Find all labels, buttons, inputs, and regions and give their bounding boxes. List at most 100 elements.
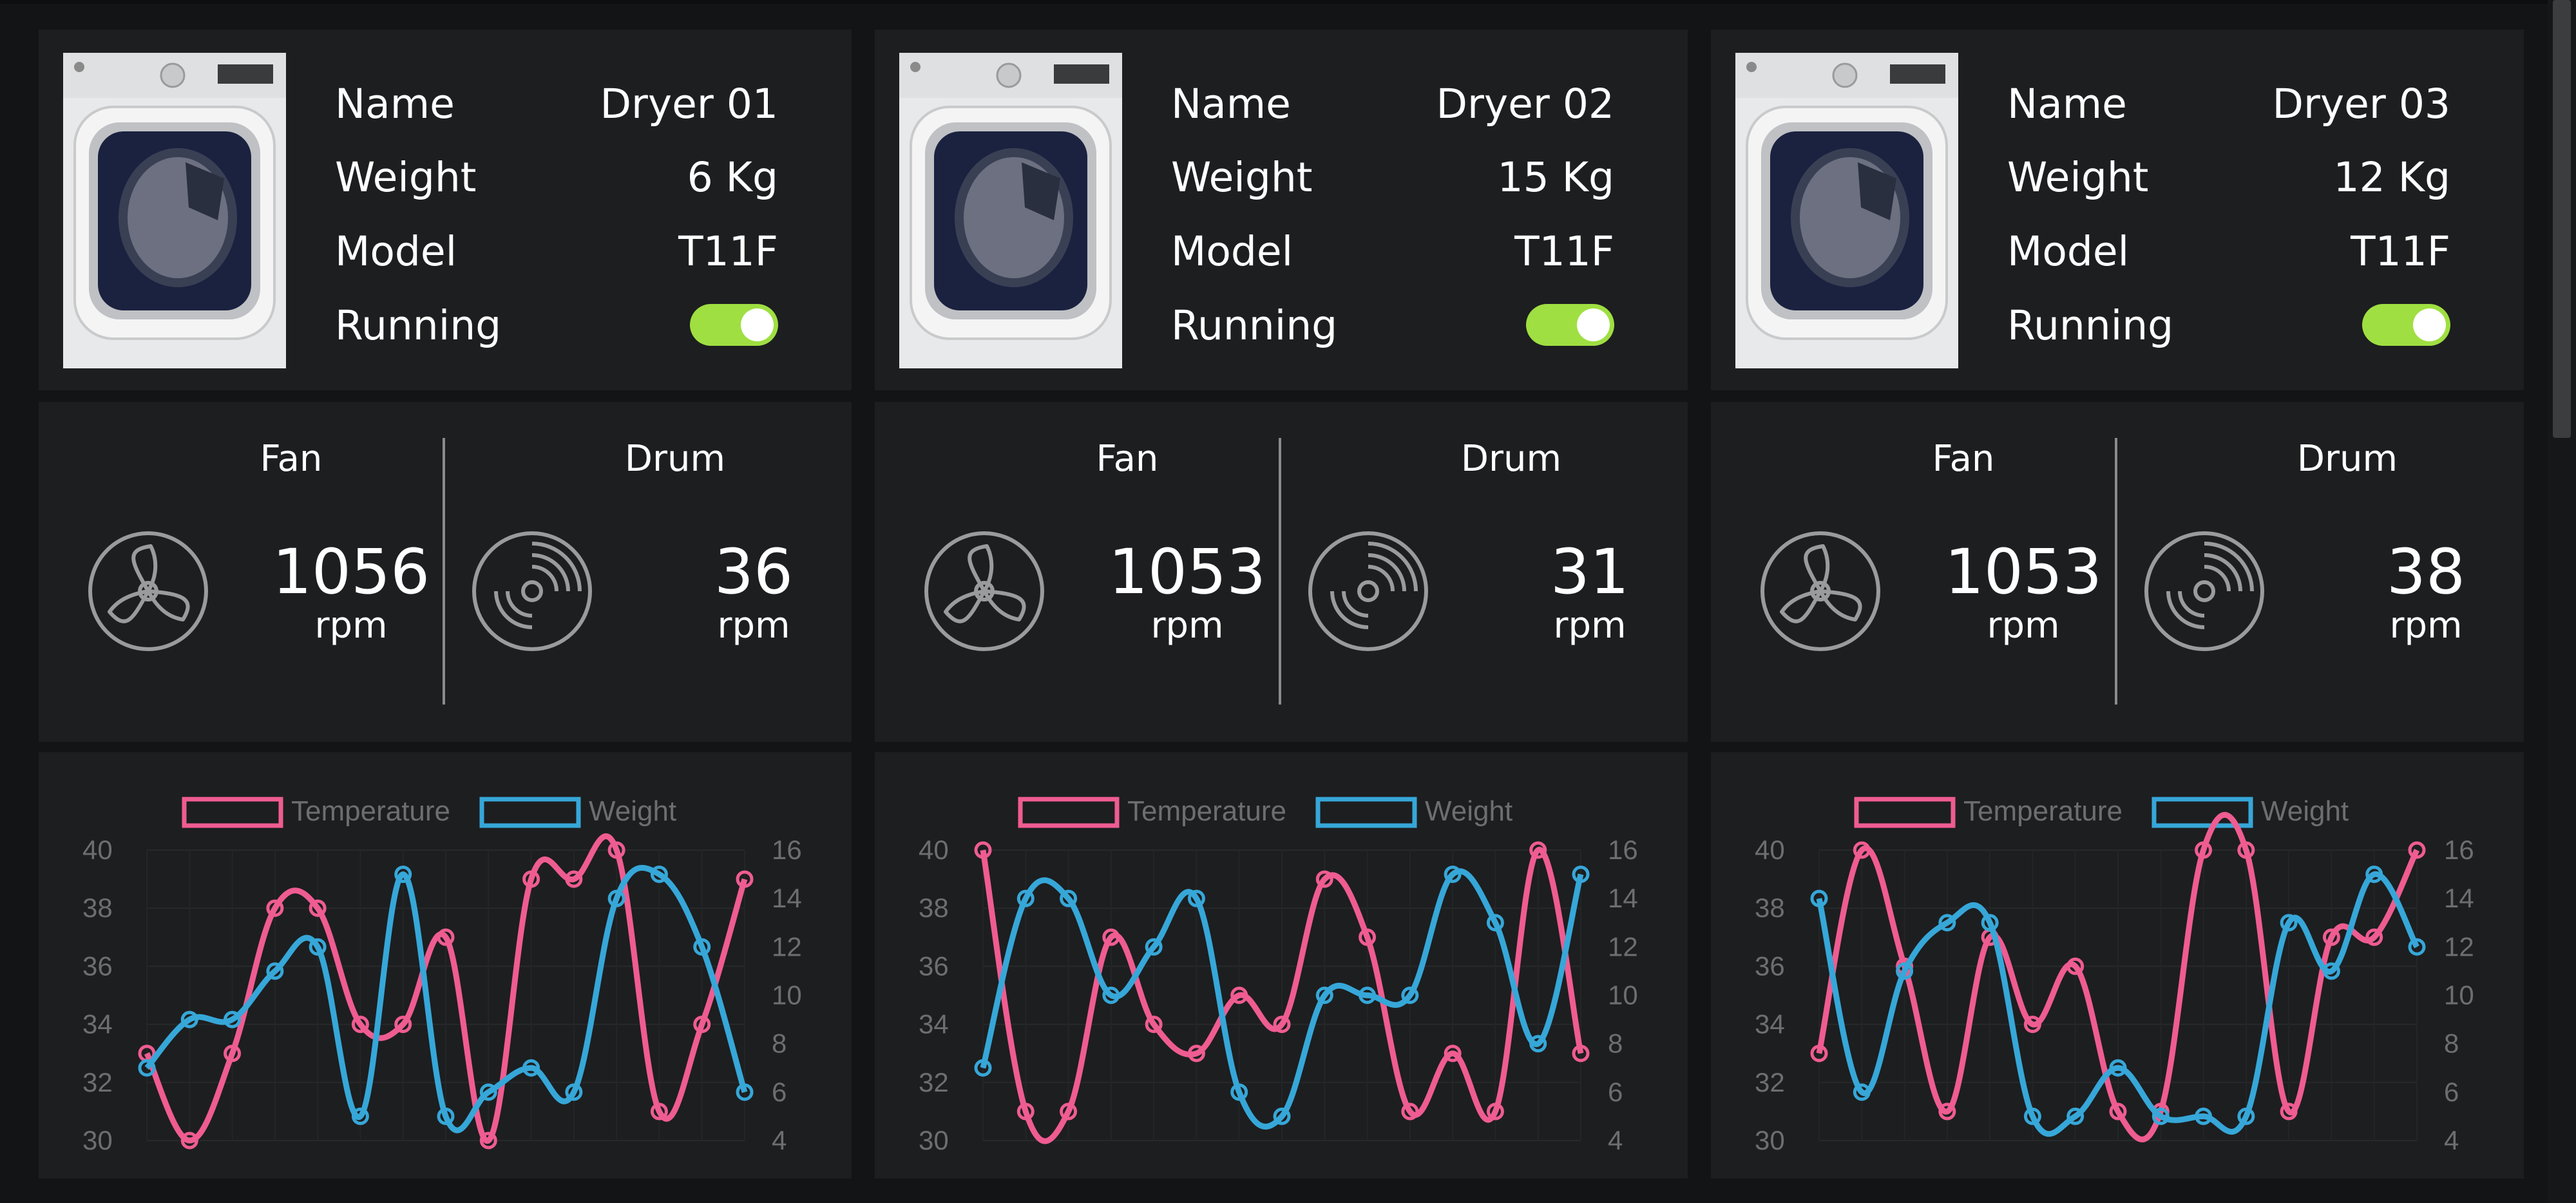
line-chart: Temperature Weight 30 32 34 36 38 40 4 6 8 10 12 14 16 [82,795,802,1155]
name-label: Name [335,81,455,128]
y-left-tick: 38 [82,893,113,923]
drum-title: Drum [2296,438,2398,480]
drum-rpm-unit: rpm [2389,605,2463,647]
chart-card: Temperature Weight 30 32 34 36 38 40 4 6 8 10 12 14 16 [39,752,852,1179]
y-left-tick: 34 [82,1009,113,1039]
chart-card: Temperature Weight 30 32 34 36 38 40 4 6 8 10 12 14 16 [875,752,1688,1179]
legend-label-weight: Weight [589,795,676,827]
drum-rpm-value: 36 [714,536,794,608]
y-left-tick: 34 [919,1009,949,1039]
model-label: Model [2007,228,2130,275]
toggle-knob [741,308,774,341]
model-value: T11F [1514,228,1614,275]
fan-rpm-value: 1056 [272,536,430,608]
fan-rpm-unit: rpm [314,605,388,647]
y-left-tick: 30 [919,1125,949,1155]
speed-card: Fan Drum 1053 rpm [1711,402,2524,742]
dryer-info-card: Name Dryer 03 Weight 12 Kg Model T11F Ru… [1711,30,2524,390]
legend-label-temperature: Temperature [291,795,450,827]
y-right-tick: 4 [772,1125,787,1155]
y-right-tick: 10 [2444,980,2474,1010]
dryer-photo [899,53,1122,368]
y-right-tick: 4 [2444,1125,2459,1155]
y-right-tick: 6 [2444,1077,2459,1107]
speed-divider [443,438,445,705]
name-label: Name [2007,81,2127,128]
y-right-tick: 8 [1608,1028,1623,1059]
legend-label-temperature: Temperature [1963,795,2123,827]
y-right-tick: 12 [1608,931,1638,961]
fan-rpm-unit: rpm [1987,605,2060,647]
legend-label-weight: Weight [2261,795,2349,827]
running-toggle[interactable] [2362,304,2450,346]
chart-legend: Temperature Weight [1018,795,1512,828]
scrollbar-thumb[interactable] [2553,0,2571,438]
drum-icon [1306,529,1430,656]
dryer-info-card: Name Dryer 01 Weight 6 Kg Model T11F Run… [39,30,852,390]
y-left-tick: 40 [919,835,949,865]
drum-rpm-unit: rpm [1553,605,1627,647]
y-left-tick: 30 [1755,1125,1785,1155]
name-value: Dryer 02 [1436,81,1614,128]
y-right-tick: 12 [2444,931,2474,961]
legend-label-temperature: Temperature [1127,795,1286,827]
drum-rpm-unit: rpm [717,605,790,647]
fan-rpm-value: 1053 [1108,536,1266,608]
model-label: Model [335,228,457,275]
running-toggle[interactable] [690,304,778,346]
y-left-tick: 32 [919,1067,949,1097]
y-left-tick: 34 [1755,1009,1785,1039]
y-right-tick: 6 [1608,1077,1623,1107]
y-left-tick: 40 [82,835,113,865]
speed-card: Fan Drum 1053 rpm [875,402,1688,742]
model-value: T11F [2351,228,2450,275]
y-left-tick: 38 [1755,893,1785,923]
legend-swatch-temperature[interactable] [1018,797,1120,828]
fan-icon [86,529,210,656]
toggle-knob [2413,308,2446,341]
y-right-tick: 14 [772,883,802,913]
drum-icon [2142,529,2266,656]
y-right-tick: 8 [772,1028,787,1059]
y-left-tick: 36 [82,951,113,981]
y-left-tick: 36 [919,951,949,981]
y-left-tick: 32 [1755,1067,1785,1097]
weight-label: Weight [1171,154,1313,201]
chart-legend: Temperature Weight [182,795,676,828]
running-toggle[interactable] [1526,304,1614,346]
weight-value: 12 Kg [2333,154,2451,201]
y-right-tick: 10 [772,980,802,1010]
y-right-tick: 10 [1608,980,1638,1010]
weight-label: Weight [335,154,477,201]
fan-rpm-unit: rpm [1150,605,1224,647]
scrollbar[interactable] [2548,0,2576,1203]
y-right-tick: 14 [1608,883,1638,913]
legend-swatch-weight[interactable] [479,797,581,828]
dryer-photo [63,53,286,368]
speed-divider [1279,438,1281,705]
y-left-tick: 32 [82,1067,113,1097]
model-label: Model [1171,228,1293,275]
legend-swatch-temperature[interactable] [1854,797,1956,828]
chart-legend: Temperature Weight [1854,795,2349,828]
y-right-tick: 6 [772,1077,787,1107]
line-chart: Temperature Weight 30 32 34 36 38 40 4 6 8 10 12 14 16 [1755,795,2474,1155]
running-label: Running [1171,302,1338,349]
fan-rpm-value: 1053 [1944,536,2103,608]
drum-title: Drum [624,438,726,480]
legend-swatch-weight[interactable] [1315,797,1417,828]
legend-label-weight: Weight [1425,795,1512,827]
y-right-tick: 16 [772,835,802,865]
y-left-tick: 36 [1755,951,1785,981]
dryer-info-card: Name Dryer 02 Weight 15 Kg Model T11F Ru… [875,30,1688,390]
y-left-tick: 38 [919,893,949,923]
weight-value: 15 Kg [1497,154,1615,201]
y-right-tick: 12 [772,931,802,961]
y-right-tick: 8 [2444,1028,2459,1059]
drum-title: Drum [1460,438,1562,480]
weight-label: Weight [2007,154,2149,201]
dryer-photo [1735,53,1958,368]
top-edge [0,0,2576,4]
legend-swatch-temperature[interactable] [182,797,283,828]
y-right-tick: 14 [2444,883,2474,913]
